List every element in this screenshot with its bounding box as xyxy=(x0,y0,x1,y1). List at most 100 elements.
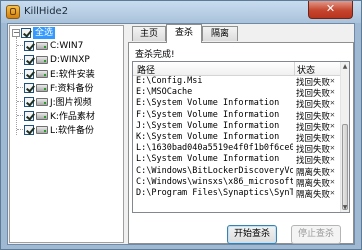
drive-item[interactable]: F:资料备份 xyxy=(24,81,123,94)
remove-row-icon[interactable]: ✕ xyxy=(330,188,335,197)
row-path: C:\Windows\winsxs\x86_microsoft-... xyxy=(136,176,293,187)
drive-label: K:作品素材 xyxy=(50,112,95,122)
row-path: E:\System Volume Information xyxy=(136,98,280,109)
drive-icon xyxy=(36,41,48,50)
drive-checkbox[interactable] xyxy=(24,82,34,93)
table-row[interactable]: L:\1630bad040a5519e4f0f1b0f6ce036 找回失败 ✕ xyxy=(133,143,340,156)
close-button[interactable]: ✕ xyxy=(308,1,353,19)
remove-row-icon[interactable]: ✕ xyxy=(330,87,335,96)
drive-checkbox[interactable] xyxy=(24,40,34,51)
row-status: 找回失败 xyxy=(296,122,331,133)
row-path: C:\Windows\BitLockerDiscoveryVol... xyxy=(136,165,293,176)
table-row[interactable]: C:\Windows\BitLockerDiscoveryVol...隔离失败✕ xyxy=(133,165,340,178)
tab-home[interactable]: 主页 xyxy=(132,26,166,41)
remove-row-icon[interactable]: ✕ xyxy=(330,166,335,175)
drive-label: L:软件备份 xyxy=(50,126,95,136)
row-status: 找回失败 xyxy=(296,156,331,167)
table-row[interactable]: J:\System Volume Information 找回失败 ✕ xyxy=(133,120,340,133)
drive-icon xyxy=(36,69,48,78)
drive-item[interactable]: J:图片视频 xyxy=(24,95,123,108)
tab-quarantine[interactable]: 隔离 xyxy=(202,26,238,41)
title-bar[interactable]: KillHide2 ✕ xyxy=(1,1,361,23)
client-area: − 全选 C:WIN7 D:WINXP E:软件安装 F:资料备份 J:图片视频 K:作品… xyxy=(7,23,355,245)
drive-item[interactable]: D:WINXP xyxy=(24,53,123,66)
drive-item[interactable]: K:作品素材 xyxy=(24,109,123,122)
scroll-up-icon[interactable]: ▲ xyxy=(341,62,349,71)
drive-checkbox[interactable] xyxy=(24,124,34,135)
drive-icon xyxy=(36,111,48,120)
select-all-checkbox[interactable] xyxy=(21,27,31,38)
row-path: F:\System Volume Information xyxy=(136,109,280,120)
drive-icon xyxy=(36,55,48,64)
drive-label: J:图片视频 xyxy=(50,98,92,108)
table-row[interactable]: E:\System Volume Information 找回失败 ✕ xyxy=(133,98,340,111)
remove-row-icon[interactable]: ✕ xyxy=(330,76,335,85)
vertical-scrollbar[interactable]: ▲ ▼ xyxy=(340,62,349,212)
drive-tree: − 全选 C:WIN7 D:WINXP E:软件安装 F:资料备份 J:图片视频 K:作品… xyxy=(9,25,124,243)
table-row[interactable]: L:\System Volume Information 找回失败 ✕ xyxy=(133,154,340,167)
row-path: L:\1630bad040a5519e4f0f1b0f6ce036 xyxy=(136,143,293,154)
tab-scan[interactable]: 查杀 xyxy=(166,24,202,43)
row-path: D:\Program Files\Synaptics\SynTP... xyxy=(136,188,293,198)
tab-bar: 主页 查杀 隔离 xyxy=(129,24,354,43)
scan-panel: 查杀完成! 路径 状态 E:\Config.Msi 找回失败 ✕ E:\MSOCach… xyxy=(128,42,354,244)
drive-icon xyxy=(36,83,48,92)
row-path: L:\System Volume Information xyxy=(136,154,280,165)
stop-scan-button[interactable]: 停止查杀 xyxy=(291,225,341,244)
tree-guide-line xyxy=(16,37,18,135)
remove-row-icon[interactable]: ✕ xyxy=(330,110,335,119)
row-path: K:\System Volume Information xyxy=(136,132,280,142)
window-title: KillHide2 xyxy=(24,6,69,17)
column-header-status[interactable]: 状态 xyxy=(297,63,315,76)
row-status: 隔离失败 xyxy=(296,167,331,178)
row-status: 隔离失败 xyxy=(296,178,331,189)
row-status: 找回失败 xyxy=(296,145,331,156)
row-status: 找回失败 xyxy=(296,111,331,122)
table-row[interactable]: E:\Config.Msi 找回失败 ✕ xyxy=(133,76,340,88)
drive-checkbox[interactable] xyxy=(24,110,34,121)
remove-row-icon[interactable]: ✕ xyxy=(330,154,335,163)
column-header-path[interactable]: 路径 xyxy=(137,63,155,76)
drive-label: E:软件安装 xyxy=(50,70,95,80)
row-path: E:\Config.Msi xyxy=(136,76,203,86)
drive-checkbox[interactable] xyxy=(24,96,34,107)
row-status: 找回失败 xyxy=(296,89,331,100)
results-list: 路径 状态 E:\Config.Msi 找回失败 ✕ E:\MSOCache 找回失败 ✕… xyxy=(132,61,350,213)
remove-row-icon[interactable]: ✕ xyxy=(330,177,335,186)
remove-row-icon[interactable]: ✕ xyxy=(330,132,335,141)
remove-row-icon[interactable]: ✕ xyxy=(330,121,335,130)
drive-item[interactable]: C:WIN7 xyxy=(24,39,123,52)
table-row[interactable]: E:\MSOCache 找回失败 ✕ xyxy=(133,87,340,100)
drive-checkbox[interactable] xyxy=(24,68,34,79)
app-icon xyxy=(6,5,20,19)
scroll-down-icon[interactable]: ▼ xyxy=(341,203,349,212)
scroll-thumb[interactable] xyxy=(342,124,348,210)
column-divider[interactable] xyxy=(294,62,295,75)
tree-root[interactable]: − 全选 xyxy=(10,26,123,39)
row-status: 找回失败 xyxy=(296,134,331,144)
drive-icon xyxy=(36,97,48,106)
table-row[interactable]: F:\System Volume Information 找回失败 ✕ xyxy=(133,109,340,122)
table-row[interactable]: K:\System Volume Information 找回失败 ✕ xyxy=(133,132,340,144)
list-header: 路径 状态 xyxy=(133,62,340,76)
row-status: 找回失败 xyxy=(296,78,331,88)
row-path: J:\System Volume Information xyxy=(136,120,280,131)
start-scan-button[interactable]: 开始查杀 xyxy=(227,225,277,244)
drive-label: D:WINXP xyxy=(50,54,90,65)
remove-row-icon[interactable]: ✕ xyxy=(330,143,335,152)
drive-label: F:资料备份 xyxy=(50,84,94,94)
drive-item[interactable]: E:软件安装 xyxy=(24,67,123,80)
drive-checkbox[interactable] xyxy=(24,54,34,65)
row-status: 隔离失败 xyxy=(296,190,331,200)
row-path: E:\MSOCache xyxy=(136,87,193,98)
collapse-icon[interactable]: − xyxy=(12,28,20,37)
select-all-label[interactable]: 全选 xyxy=(33,26,56,39)
scan-status-text: 查杀完成! xyxy=(135,50,175,60)
app-window: KillHide2 ✕ − 全选 C:WIN7 D:WINXP E:软件安装 F:资料… xyxy=(0,0,362,250)
drive-item[interactable]: L:软件备份 xyxy=(24,123,123,136)
table-row[interactable]: D:\Program Files\Synaptics\SynTP...隔离失败✕ xyxy=(133,188,340,200)
table-row[interactable]: C:\Windows\winsxs\x86_microsoft-...隔离失败✕ xyxy=(133,176,340,189)
remove-row-icon[interactable]: ✕ xyxy=(330,98,335,107)
drive-icon xyxy=(36,125,48,134)
row-status: 找回失败 xyxy=(296,100,331,111)
